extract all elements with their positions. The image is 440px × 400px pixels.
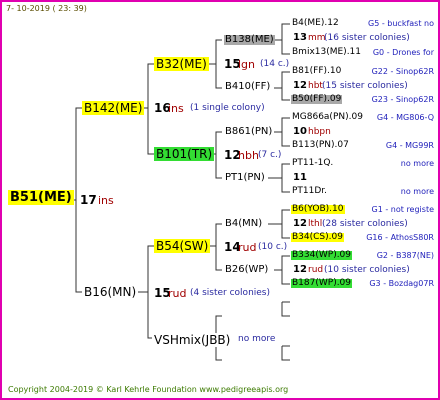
root-ins: ins bbox=[98, 194, 114, 207]
root-count: 17 bbox=[80, 193, 97, 207]
gen2-note: (7 c.) bbox=[258, 150, 282, 160]
footer-copyright: Copyright 2004-2019 © Karl Kehrle Founda… bbox=[8, 385, 289, 394]
gen4-origin: G22 - Sinop62R bbox=[371, 67, 434, 76]
gen1-ins: rud bbox=[168, 287, 187, 300]
gen4-origin: G23 - Sinop62R bbox=[371, 95, 434, 104]
gen2-ins: hbh bbox=[238, 149, 259, 162]
gen3-queen[interactable]: B410(FF) bbox=[224, 82, 271, 92]
gen4-origin: G1 - not registe bbox=[371, 205, 434, 214]
gen2-queen[interactable]: B32(ME) bbox=[154, 57, 209, 71]
gen4-origin: G4 - MG99R bbox=[385, 141, 434, 150]
gen4-count: 10 bbox=[293, 126, 307, 137]
gen4-count: 11 bbox=[293, 172, 307, 183]
gen4-origin: G2 - B387(NE) bbox=[376, 251, 434, 260]
pedigree-chart: 7- 10-2019 ( 23: 39) B51(ME) 17 ins B142… bbox=[0, 0, 440, 400]
gen1-queen[interactable]: B16(MN) bbox=[82, 285, 139, 299]
gen4-note: (28 sister colonies) bbox=[322, 219, 408, 229]
gen4-note: (15 sister colonies) bbox=[322, 81, 408, 91]
gen4-ins: hbpn bbox=[308, 127, 331, 137]
gen3-queen[interactable]: B138(ME) bbox=[224, 35, 275, 45]
gen4-origin: no more bbox=[400, 187, 434, 196]
gen1-queen[interactable]: B142(ME) bbox=[82, 101, 145, 115]
gen2-queen[interactable]: B54(SW) bbox=[154, 239, 211, 253]
gen2-note: (14 c.) bbox=[260, 59, 290, 69]
gen4-count: 12 bbox=[293, 80, 307, 91]
gen4-count: 12 bbox=[293, 218, 307, 229]
header-timestamp: 7- 10-2019 ( 23: 39) bbox=[6, 4, 87, 13]
gen4-origin: G5 - buckfast no bbox=[368, 19, 434, 28]
gen4-ins: mm bbox=[308, 33, 326, 43]
gen2-queen[interactable]: VSHmix(JBB) bbox=[152, 333, 233, 347]
gen4-ins: rud bbox=[308, 265, 324, 275]
root-queen[interactable]: B51(ME) bbox=[8, 190, 74, 205]
gen3-queen[interactable]: PT1(PN) bbox=[224, 173, 266, 183]
gen4-origin: G16 - AthosS80R bbox=[366, 233, 434, 242]
gen4-ins: lthl bbox=[308, 219, 323, 229]
gen3-queen[interactable]: B4(MN) bbox=[224, 219, 263, 229]
gen2-ins: lgn bbox=[238, 58, 256, 71]
gen1-note: (4 sister colonies) bbox=[190, 288, 271, 298]
gen3-queen[interactable]: B861(PN) bbox=[224, 127, 273, 137]
gen4-origin: G4 - MG806-Q bbox=[376, 113, 434, 122]
gen3-queen[interactable]: B26(WP) bbox=[224, 265, 269, 275]
gen2-queen[interactable]: B101(TR) bbox=[154, 147, 215, 161]
gen4-count: 12 bbox=[293, 264, 307, 275]
gen4-count: 13 bbox=[293, 32, 307, 43]
gen4-note: (10 sister colonies) bbox=[324, 265, 410, 275]
gen2-note: (10 c.) bbox=[258, 242, 288, 252]
gen2-note: no more bbox=[238, 334, 276, 344]
gen4-ins: hbt bbox=[308, 81, 323, 91]
gen1-note: (1 single colony) bbox=[190, 103, 265, 113]
gen4-note: (16 sister colonies) bbox=[324, 33, 410, 43]
gen4-origin: no more bbox=[400, 159, 434, 168]
gen4-origin: G0 - Drones for bbox=[372, 48, 434, 57]
gen2-ins: rud bbox=[238, 241, 257, 254]
gen4-origin: G3 - Bozdag07R bbox=[369, 279, 434, 288]
gen1-ins: ins bbox=[168, 102, 184, 115]
